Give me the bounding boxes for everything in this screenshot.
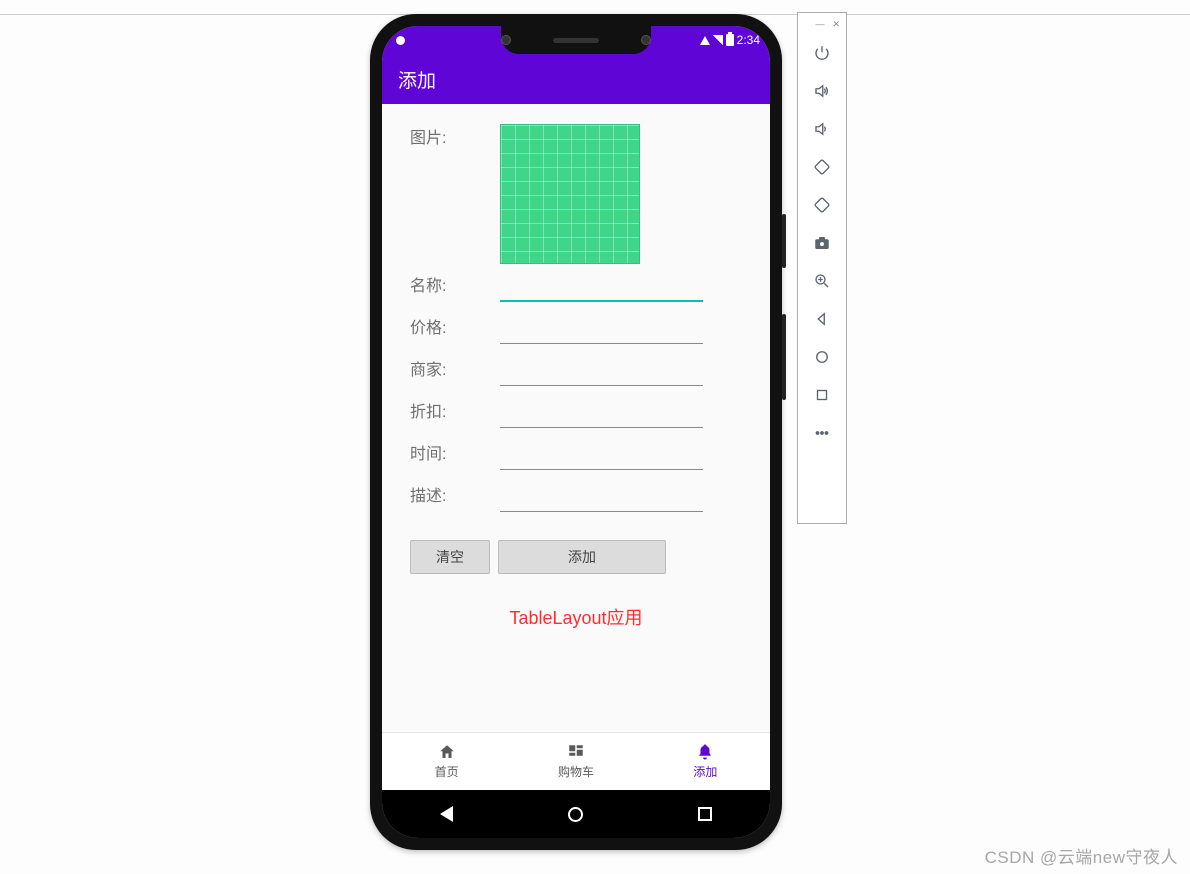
speaker-slit: [553, 38, 599, 43]
network-icon: [700, 36, 710, 45]
nav-label: 首页: [435, 763, 459, 780]
volume-down-button[interactable]: [810, 110, 834, 148]
camera-dot: [501, 35, 511, 45]
nav-add[interactable]: 添加: [641, 733, 770, 790]
emu-back-button[interactable]: [810, 300, 834, 338]
emulator-toolbar: — ✕: [797, 12, 847, 524]
home-button[interactable]: [568, 807, 583, 822]
camera-dot: [641, 35, 651, 45]
app-action-bar: 添加: [382, 54, 770, 104]
recent-apps-button[interactable]: [698, 807, 712, 821]
camera-button[interactable]: [810, 224, 834, 262]
input-name[interactable]: [500, 276, 703, 302]
input-discount[interactable]: [500, 402, 703, 428]
status-time: 2:34: [737, 33, 760, 47]
side-button: [782, 314, 786, 400]
input-time[interactable]: [500, 444, 703, 470]
action-bar-title: 添加: [398, 66, 436, 93]
back-button[interactable]: [440, 806, 453, 822]
form-content: 图片: 名称: 价格: 商家: 折扣: 时间:: [382, 104, 770, 732]
emu-home-button[interactable]: [810, 338, 834, 376]
cart-icon: [566, 743, 586, 761]
label-desc: 描述:: [410, 482, 500, 512]
battery-icon: [726, 34, 734, 46]
label-discount: 折扣:: [410, 398, 500, 428]
phone-frame: 2:34 添加 图片: 名称: 价格: 商家: 折扣: [370, 14, 782, 850]
rotate-left-button[interactable]: [810, 148, 834, 186]
phone-screen: 2:34 添加 图片: 名称: 价格: 商家: 折扣: [382, 26, 770, 838]
power-button[interactable]: [810, 34, 834, 72]
label-name: 名称:: [410, 272, 500, 302]
android-system-nav: [382, 790, 770, 838]
close-icon[interactable]: ✕: [832, 19, 840, 30]
label-time: 时间:: [410, 440, 500, 470]
image-placeholder[interactable]: [500, 124, 640, 264]
label-price: 价格:: [410, 314, 500, 344]
signal-icon: [713, 35, 723, 45]
side-button: [782, 214, 786, 268]
display-notch: [501, 26, 651, 54]
bottom-nav: 首页 购物车 添加: [382, 732, 770, 790]
more-button[interactable]: [810, 414, 834, 452]
volume-up-button[interactable]: [810, 72, 834, 110]
input-price[interactable]: [500, 318, 703, 344]
watermark-text: CSDN @云端new守夜人: [985, 843, 1178, 868]
emu-recent-button[interactable]: [810, 376, 834, 414]
bell-icon: [695, 743, 715, 761]
nav-home[interactable]: 首页: [382, 733, 511, 790]
callout-text: TableLayout应用: [410, 604, 742, 630]
input-merchant[interactable]: [500, 360, 703, 386]
label-merchant: 商家:: [410, 356, 500, 386]
home-icon: [437, 743, 457, 761]
clear-button[interactable]: 清空: [410, 540, 490, 574]
record-indicator-icon: [396, 36, 405, 45]
zoom-button[interactable]: [810, 262, 834, 300]
label-image: 图片:: [410, 124, 500, 154]
nav-label: 购物车: [558, 763, 594, 780]
rotate-right-button[interactable]: [810, 186, 834, 224]
add-button[interactable]: 添加: [498, 540, 666, 574]
nav-label: 添加: [693, 763, 717, 780]
input-desc[interactable]: [500, 486, 703, 512]
nav-cart[interactable]: 购物车: [511, 733, 640, 790]
minimize-icon[interactable]: —: [815, 19, 824, 30]
